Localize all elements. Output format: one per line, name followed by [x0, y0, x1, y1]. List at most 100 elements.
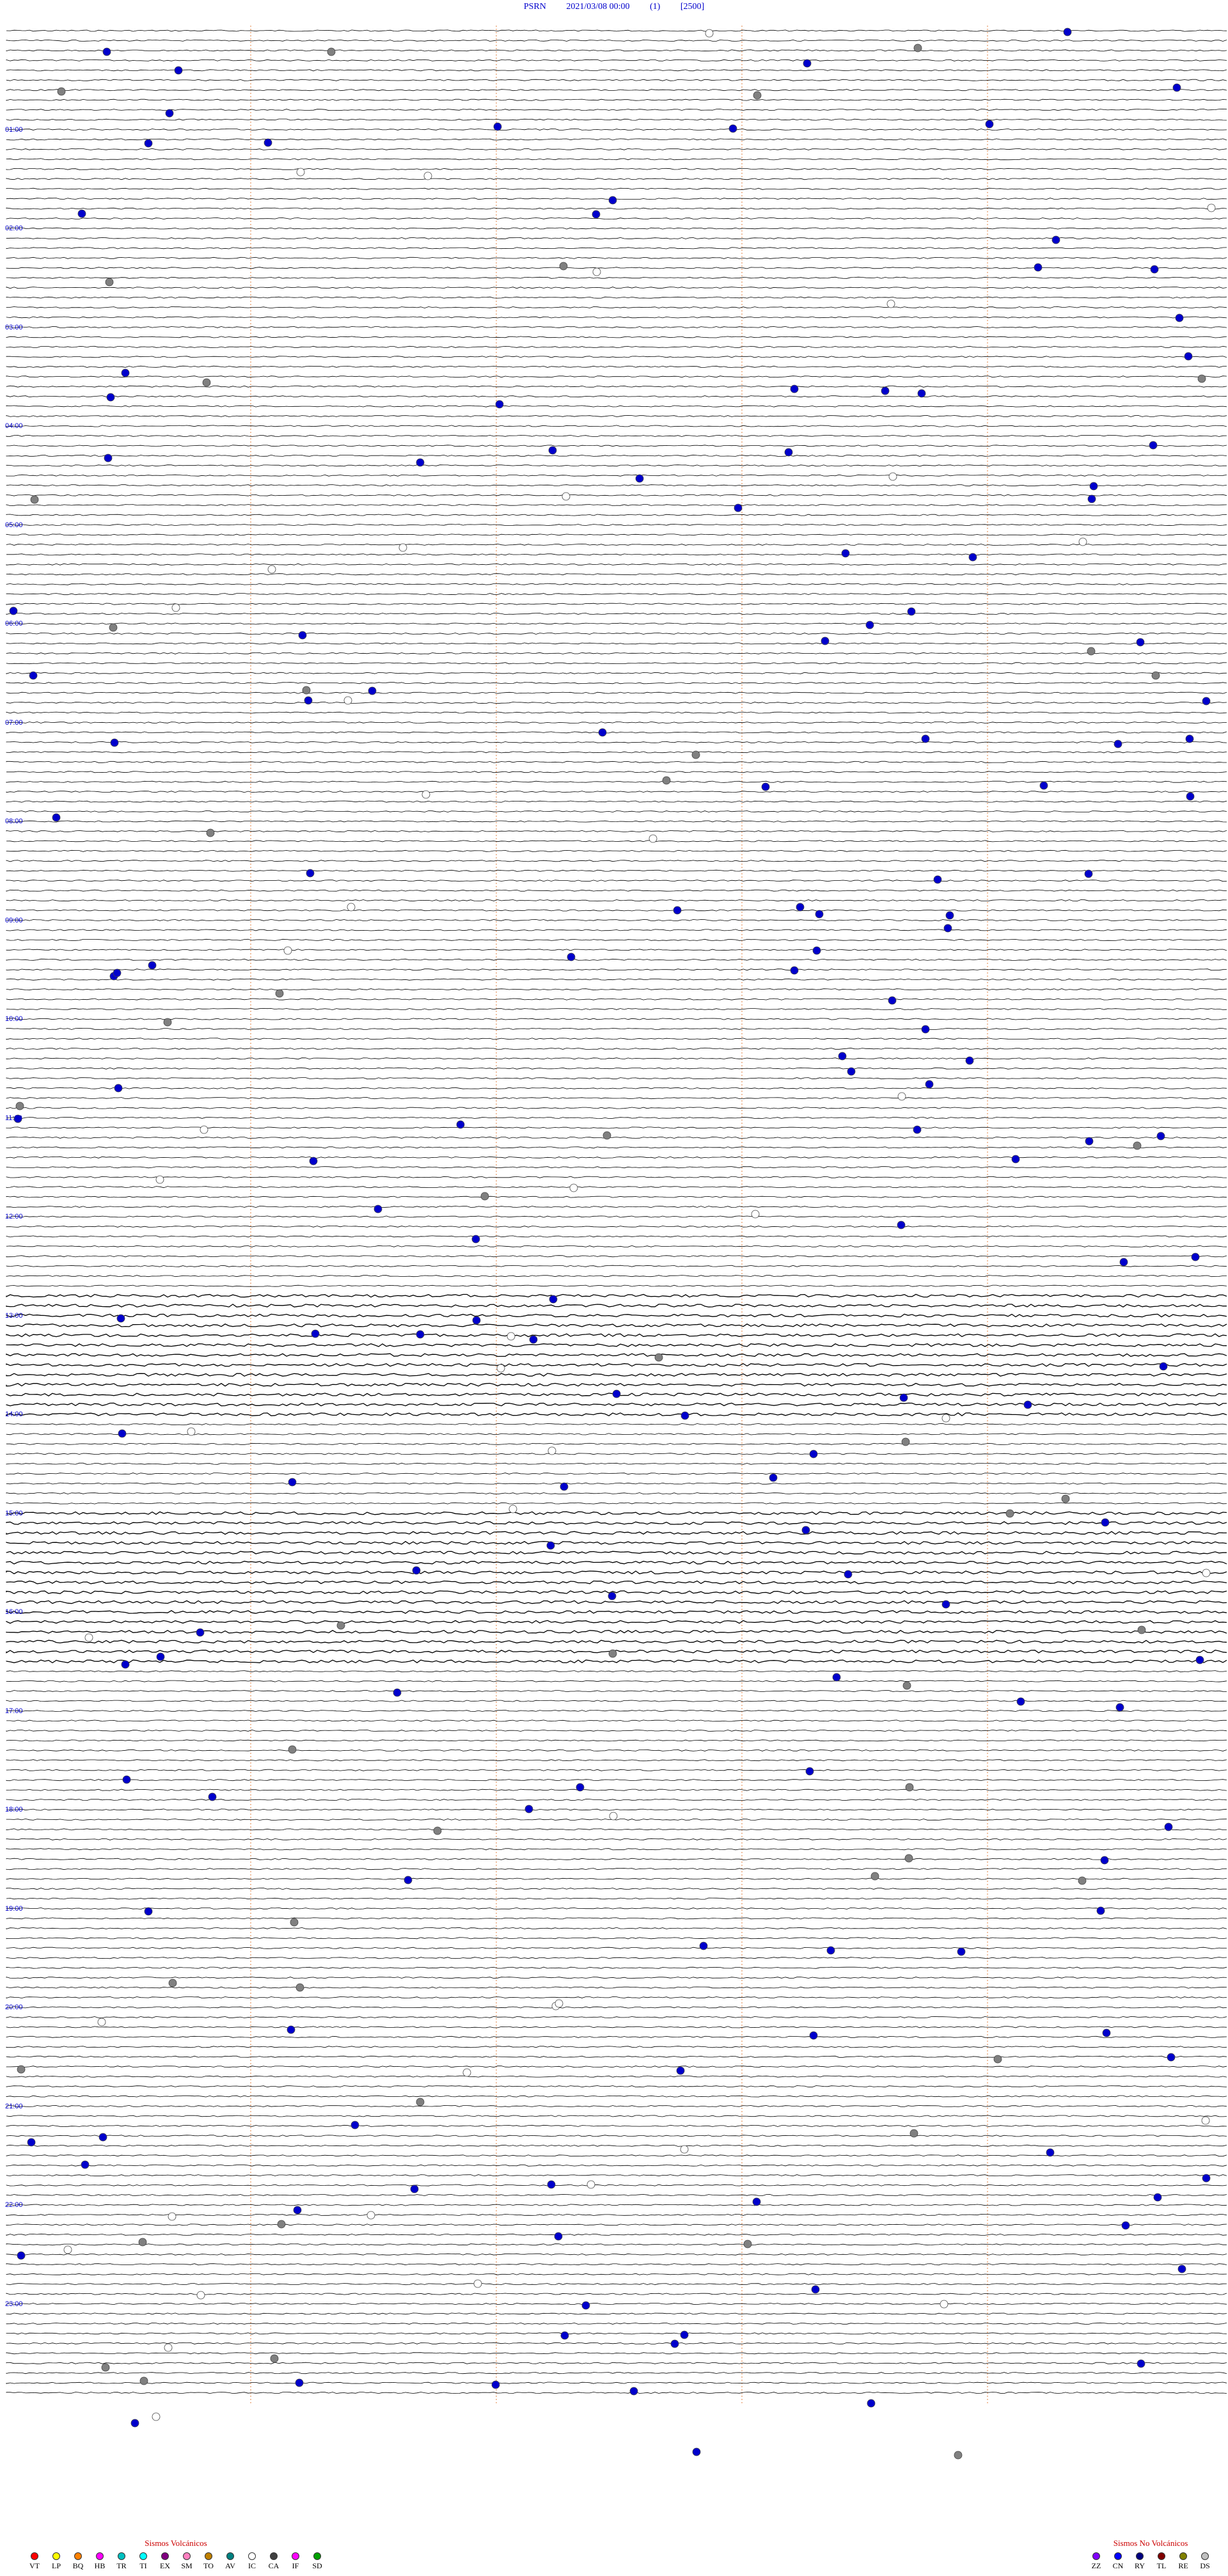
legend-code: AV	[225, 2561, 235, 2570]
trace-row	[6, 2273, 1227, 2275]
event-marker	[462, 2068, 471, 2077]
legend-code: IF	[292, 2561, 299, 2570]
minute-markers	[250, 26, 988, 2405]
trace-row	[6, 711, 1227, 714]
event-marker	[670, 2339, 679, 2348]
trace-row	[6, 395, 1227, 398]
legend-item: TI	[134, 2552, 152, 2571]
event-marker	[691, 750, 700, 759]
event-marker	[549, 1295, 558, 1304]
hour-label: 17:00	[5, 1707, 23, 1715]
trace-row	[6, 1423, 1227, 1425]
trace-row	[6, 938, 1227, 941]
event-marker	[899, 1393, 908, 1402]
hour-label: 21:00	[5, 2103, 23, 2110]
trace-row	[6, 2243, 1227, 2246]
trace-row	[6, 1769, 1227, 1771]
event-marker	[110, 738, 119, 747]
trace-row	[6, 425, 1227, 427]
trace-row	[6, 1057, 1227, 1060]
event-marker	[196, 2291, 205, 2300]
trace-row	[6, 1858, 1227, 1860]
trace-row	[6, 1473, 1227, 1475]
event-marker	[1034, 263, 1043, 272]
trace-row	[6, 138, 1227, 141]
trace-row	[6, 178, 1227, 180]
hour-label: 22:00	[5, 2201, 23, 2209]
event-marker	[838, 1052, 847, 1061]
trace-row	[6, 1126, 1227, 1129]
trace-row	[6, 1038, 1227, 1040]
trace-row	[6, 109, 1227, 111]
trace-row	[6, 1927, 1227, 1930]
trace-row	[6, 1957, 1227, 1959]
trace-row	[6, 1828, 1227, 1831]
legend-dot-icon	[74, 2552, 82, 2560]
event-markers	[9, 28, 1216, 2460]
event-marker	[673, 906, 682, 915]
trace-row	[6, 968, 1227, 971]
trace-row	[6, 2194, 1227, 2197]
event-marker	[1207, 203, 1216, 212]
event-marker	[206, 828, 215, 837]
event-marker	[114, 1084, 123, 1093]
event-marker	[654, 1353, 663, 1362]
event-marker	[9, 606, 18, 615]
trace-row	[6, 59, 1227, 61]
trace-row	[6, 168, 1227, 170]
trace-row	[6, 1629, 1227, 1634]
event-marker	[121, 368, 130, 377]
event-marker	[1063, 28, 1072, 36]
trace-row	[6, 2095, 1227, 2098]
trace-row	[6, 1196, 1227, 1198]
event-marker	[805, 1767, 814, 1776]
trace-row	[6, 1304, 1227, 1308]
trace-row	[6, 543, 1227, 546]
trace-row	[6, 1225, 1227, 1228]
event-marker	[943, 924, 952, 933]
legend-dot-icon	[139, 2552, 147, 2560]
event-marker	[1102, 2028, 1111, 2037]
trace-row	[6, 533, 1227, 536]
trace-row	[6, 800, 1227, 803]
trace-row	[6, 514, 1227, 516]
event-marker	[421, 790, 430, 799]
legend-code: DS	[1200, 2561, 1210, 2570]
trace-row	[6, 2322, 1227, 2325]
trace-row	[6, 1215, 1227, 1218]
event-marker	[290, 1918, 299, 1927]
event-marker	[410, 2185, 419, 2193]
event-marker	[298, 631, 307, 640]
trace-row	[6, 1343, 1227, 1347]
trace-row	[6, 2253, 1227, 2256]
event-marker	[102, 47, 111, 56]
trace-row	[6, 1986, 1227, 1989]
event-marker	[1115, 1703, 1124, 1712]
trace-row	[6, 1186, 1227, 1189]
event-marker	[1136, 638, 1145, 647]
legend-item: BQ	[69, 2552, 87, 2571]
event-marker	[15, 1102, 24, 1110]
event-marker	[202, 378, 211, 387]
event-marker	[769, 1473, 778, 1482]
event-marker	[493, 122, 502, 131]
event-marker	[57, 87, 66, 96]
trace-row	[6, 474, 1227, 477]
event-marker	[174, 66, 183, 75]
event-marker	[416, 458, 425, 467]
trace-row	[6, 464, 1227, 467]
legend-item: SM	[178, 2552, 196, 2571]
trace-row	[6, 2382, 1227, 2384]
trace-row	[6, 988, 1227, 991]
trace-row	[6, 2006, 1227, 2009]
event-marker	[264, 138, 272, 147]
trace-row	[6, 454, 1227, 457]
trace-row	[6, 1610, 1227, 1614]
event-marker	[30, 495, 39, 504]
event-marker	[121, 1660, 130, 1669]
trace-row	[6, 672, 1227, 674]
event-marker	[901, 1437, 910, 1446]
event-marker	[1156, 1132, 1165, 1141]
trace-row	[6, 1977, 1227, 1979]
legend-dot-icon	[292, 2552, 299, 2560]
